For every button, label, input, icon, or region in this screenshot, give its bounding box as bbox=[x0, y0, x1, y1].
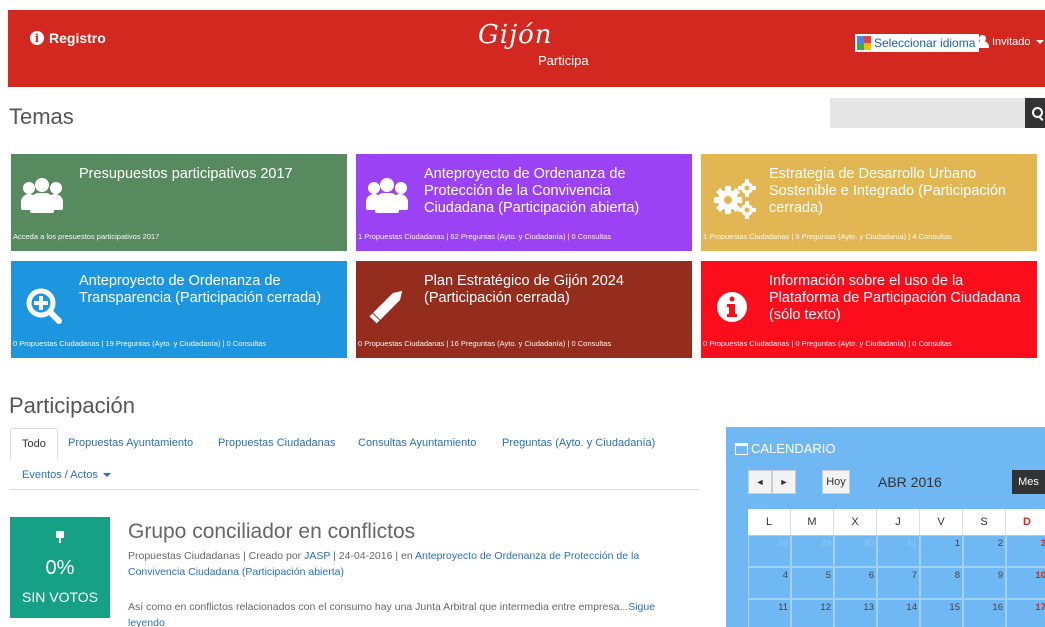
tile-title: Plan Estratégico de Gijón 2024 (Particip… bbox=[424, 273, 624, 306]
tile-footer: Acceda a los presuestos participativos 2… bbox=[13, 232, 160, 241]
tile-title: Estrategia de Desarrollo Urbano Sostenib… bbox=[769, 166, 1006, 216]
tile-title: Presupuestos participativos 2017 bbox=[79, 166, 293, 182]
people-icon bbox=[366, 176, 416, 220]
tile-title: Anteproyecto de Ordenanza de Transparenc… bbox=[79, 273, 322, 306]
tema-tile-estrategia[interactable]: Estrategia de Desarrollo Urbano Sostenib… bbox=[701, 154, 1037, 251]
excerpt-text: Así como en conflictos relacionados con … bbox=[128, 601, 629, 613]
calendar-day[interactable]: 13 bbox=[834, 599, 877, 627]
calendar-day[interactable]: 15 bbox=[920, 599, 963, 627]
logo-main: Gijón bbox=[478, 20, 553, 50]
pin-icon bbox=[55, 531, 65, 543]
language-select-button[interactable]: Seleccionar idioma bbox=[855, 34, 980, 52]
gijon-participa-logo[interactable]: Gijón Participa bbox=[478, 20, 589, 68]
tema-tile-plan-estrategico[interactable]: Plan Estratégico de Gijón 2024 (Particip… bbox=[356, 261, 692, 358]
calendar-title: CALENDARIO bbox=[751, 441, 836, 456]
eventos-label: Eventos / Actos bbox=[22, 469, 98, 481]
calendar-day[interactable]: 31 bbox=[877, 535, 920, 567]
calendar-day[interactable]: 28 bbox=[748, 535, 791, 567]
proposal-meta: Propuestas Ciudadanas | Creado por JASP … bbox=[128, 548, 688, 580]
search-input[interactable] bbox=[830, 98, 1026, 128]
tile-footer: 0 Propuestas Ciudadanas | 19 Preguntas (… bbox=[13, 339, 267, 348]
tile-footer: 0 Propuestas Ciudadanas | 0 Preguntas (A… bbox=[703, 339, 952, 348]
weekday-header: J bbox=[877, 509, 920, 535]
user-label: Invitado bbox=[992, 35, 1031, 48]
meta-prefix: Propuestas Ciudadanas | Creado por bbox=[128, 550, 302, 562]
weekday-header: V bbox=[920, 509, 963, 535]
calendar-view-mes-button[interactable]: Mes bbox=[1012, 470, 1045, 494]
tab-todo[interactable]: Todo bbox=[10, 428, 58, 460]
calendar-next-button[interactable]: ► bbox=[772, 470, 796, 494]
pencil-icon bbox=[366, 283, 416, 327]
weekday-header: S bbox=[963, 509, 1006, 535]
logo-sub: Participa bbox=[538, 53, 589, 68]
meta-date: | 24-04-2016 | en bbox=[333, 550, 413, 562]
calendar-day[interactable]: 14 bbox=[877, 599, 920, 627]
user-menu[interactable]: Invitado bbox=[976, 35, 1044, 48]
calendar-day[interactable]: 17 bbox=[1006, 599, 1045, 627]
tema-tile-convivencia[interactable]: Anteproyecto de Ordenanza de Protección … bbox=[356, 154, 692, 251]
chevron-down-icon bbox=[102, 473, 111, 478]
weekday-header: M bbox=[791, 509, 834, 535]
proposal-excerpt: Así como en conflictos relacionados con … bbox=[128, 599, 693, 627]
tab-propuestas-ayuntamiento[interactable]: Propuestas Ayuntamiento bbox=[57, 428, 204, 460]
calendar-day[interactable]: 2 bbox=[963, 535, 1006, 567]
tile-title: Información sobre el uso de la Plataform… bbox=[769, 273, 1021, 323]
info-icon bbox=[711, 283, 761, 327]
author-link[interactable]: JASP bbox=[304, 550, 330, 562]
gears-icon bbox=[711, 176, 761, 220]
language-label: Seleccionar idioma bbox=[874, 36, 976, 50]
calendar-widget: CALENDARIO ◄ ► Hoy ABR 2016 Mes L M X J … bbox=[726, 427, 1045, 627]
vote-status: SIN VOTOS bbox=[22, 589, 98, 605]
chevron-down-icon bbox=[1035, 39, 1044, 44]
weekday-header: X bbox=[834, 509, 877, 535]
calendar-day[interactable]: 8 bbox=[920, 567, 963, 599]
search-button[interactable] bbox=[1025, 98, 1045, 128]
calendar-today-button[interactable]: Hoy bbox=[822, 470, 850, 494]
tile-title: Anteproyecto de Ordenanza de Protección … bbox=[424, 166, 640, 216]
people-icon bbox=[21, 176, 71, 220]
top-header-bar: i Registro Gijón Participa Seleccionar i… bbox=[8, 10, 1045, 87]
calendar-day[interactable]: 16 bbox=[963, 599, 1006, 627]
tab-propuestas-ciudadanas[interactable]: Propuestas Ciudadanas bbox=[207, 428, 346, 460]
calendar-header: CALENDARIO bbox=[735, 441, 836, 456]
calendar-icon bbox=[735, 442, 748, 455]
calendar-day[interactable]: 10 bbox=[1006, 567, 1045, 599]
tema-tile-transparencia[interactable]: Anteproyecto de Ordenanza de Transparenc… bbox=[11, 261, 347, 358]
calendar-day[interactable]: 11 bbox=[748, 599, 791, 627]
vote-badge[interactable]: 0% SIN VOTOS bbox=[10, 517, 110, 618]
tile-footer: 1 Propuestas Ciudadanas | 9 Preguntas (A… bbox=[703, 232, 952, 241]
calendar-day[interactable]: 9 bbox=[963, 567, 1006, 599]
vote-percent: 0% bbox=[45, 557, 75, 579]
user-icon bbox=[976, 35, 989, 48]
info-icon: i bbox=[30, 31, 44, 45]
zoom-in-icon bbox=[21, 283, 71, 327]
calendar-day[interactable]: 7 bbox=[877, 567, 920, 599]
calendar-day[interactable]: 12 bbox=[791, 599, 834, 627]
calendar-prev-button[interactable]: ◄ bbox=[748, 470, 772, 494]
weekday-header: L bbox=[748, 509, 791, 535]
calendar-day[interactable]: 1 bbox=[920, 535, 963, 567]
weekday-header: D bbox=[1006, 509, 1045, 535]
tema-tile-presupuestos[interactable]: Presupuestos participativos 2017 Acceda … bbox=[11, 154, 347, 251]
participacion-heading: Participación bbox=[9, 393, 135, 418]
tile-footer: 1 Propuestas Ciudadanas | 62 Preguntas (… bbox=[358, 232, 612, 241]
calendar-day[interactable]: 30 bbox=[834, 535, 877, 567]
tab-consultas-ayuntamiento[interactable]: Consultas Ayuntamiento bbox=[347, 428, 487, 460]
tema-tile-informacion[interactable]: Información sobre el uso de la Plataform… bbox=[701, 261, 1037, 358]
calendar-month: ABR 2016 bbox=[878, 474, 942, 490]
tab-preguntas[interactable]: Preguntas (Ayto. y Ciudadanía) bbox=[491, 428, 666, 460]
registro-link[interactable]: i Registro bbox=[30, 30, 106, 46]
calendar-day[interactable]: 5 bbox=[791, 567, 834, 599]
tabs-divider bbox=[10, 489, 700, 490]
temas-heading: Temas bbox=[9, 104, 74, 129]
calendar-day[interactable]: 3 bbox=[1006, 535, 1045, 567]
tab-eventos-dropdown[interactable]: Eventos / Actos bbox=[22, 469, 111, 481]
calendar-day[interactable]: 6 bbox=[834, 567, 877, 599]
calendar-day[interactable]: 4 bbox=[748, 567, 791, 599]
proposal-title[interactable]: Grupo conciliador en conflictos bbox=[128, 520, 415, 544]
tile-footer: 0 Propuestas Ciudadanas | 16 Preguntas (… bbox=[358, 339, 612, 348]
calendar-day[interactable]: 29 bbox=[791, 535, 834, 567]
google-translate-icon bbox=[857, 36, 871, 50]
registro-label: Registro bbox=[49, 30, 106, 46]
